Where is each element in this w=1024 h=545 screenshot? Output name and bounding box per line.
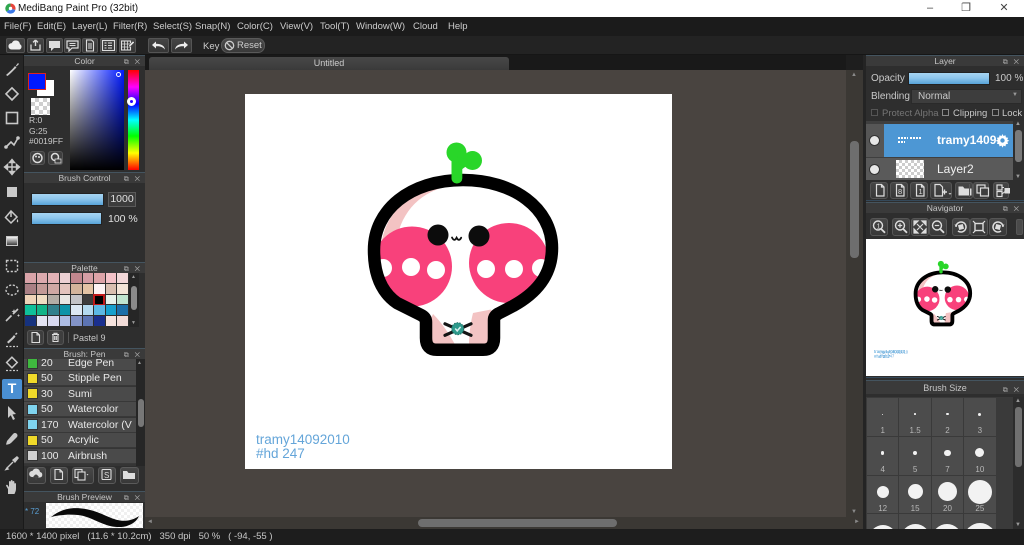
svg-text:1: 1	[919, 187, 923, 196]
svg-text:tramy14092010: tramy14092010	[256, 432, 350, 447]
svg-text:8: 8	[898, 187, 902, 196]
svg-text:1: 1	[877, 222, 881, 231]
svg-text:#hd 247: #hd 247	[256, 446, 305, 461]
svg-text:S: S	[104, 471, 109, 480]
